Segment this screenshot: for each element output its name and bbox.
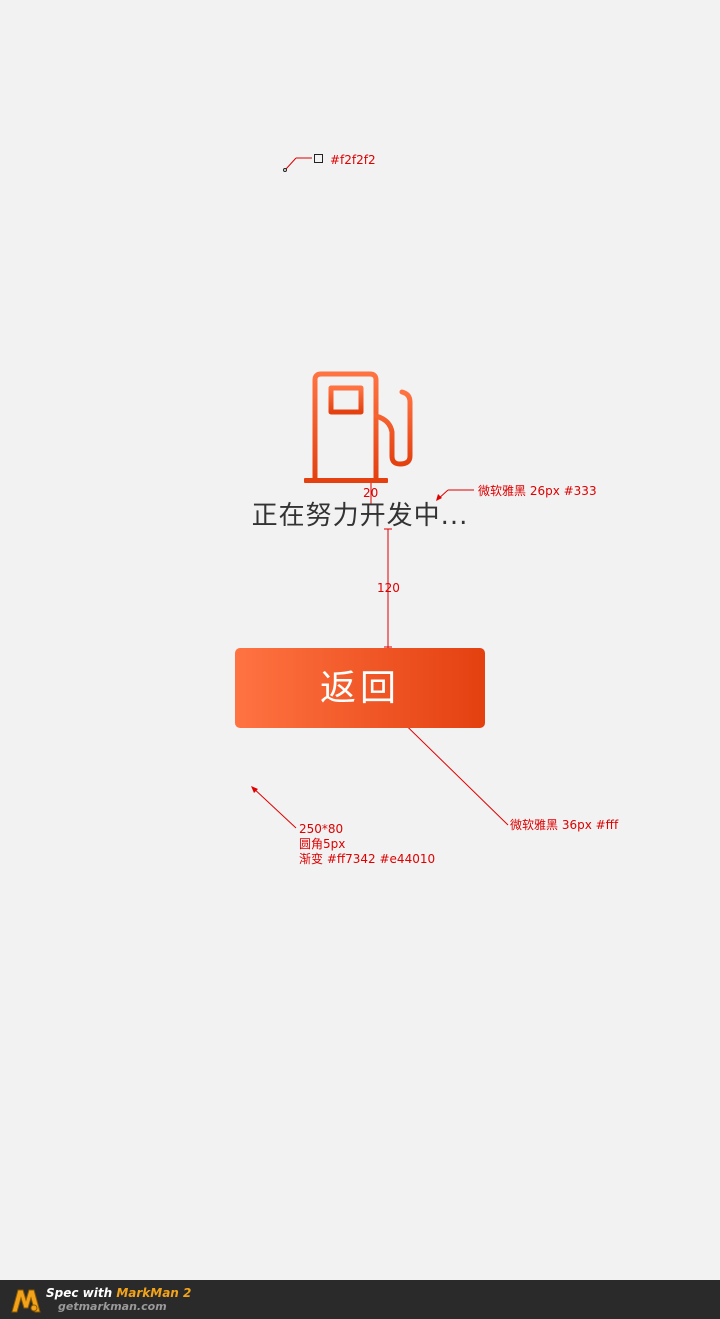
footer-spec-with: Spec with (46, 1286, 117, 1300)
page: #f2f2f2 20 正在努力开发中... 微软雅黑 26px #333 120… (0, 0, 720, 1319)
spacing-icon-text-annotation: 20 (363, 486, 379, 500)
color-swatch (314, 154, 323, 163)
footer-title: Spec with MarkMan 2 (46, 1286, 191, 1300)
footer-brand: MarkMan 2 (116, 1286, 192, 1300)
markman-logo-icon (10, 1286, 42, 1314)
back-button[interactable]: 返回 (235, 648, 485, 728)
spacing-text-button-annotation: 120 (377, 581, 400, 595)
footer-site-link[interactable]: getmarkman.com (58, 1300, 167, 1313)
status-message: 正在努力开发中... (251, 501, 469, 531)
markman-footer: Spec with MarkMan 2 getmarkman.com (0, 1280, 720, 1319)
text-font-annotation: 微软雅黑 26px #333 (478, 484, 597, 498)
button-size-annotation: 250*80 (299, 822, 344, 836)
bg-color-annotation: #f2f2f2 (330, 153, 376, 167)
button-radius-annotation: 圆角5px (299, 837, 346, 851)
button-font-annotation: 微软雅黑 36px #fff (510, 818, 619, 832)
fuel-pump-icon (302, 370, 418, 484)
button-gradient-annotation: 渐变 #ff7342 #e44010 (299, 852, 436, 866)
